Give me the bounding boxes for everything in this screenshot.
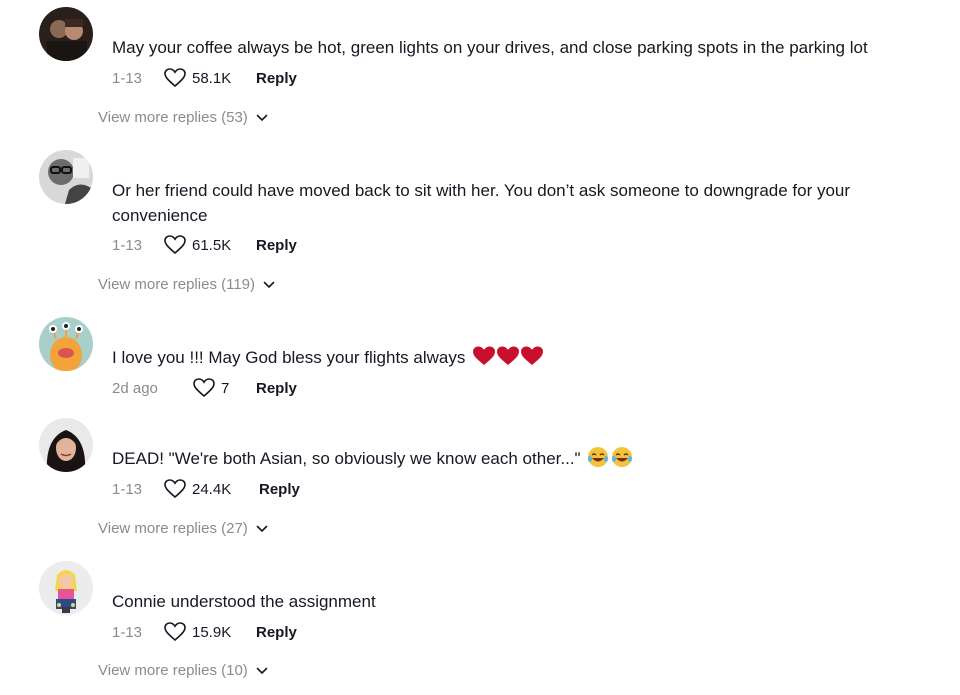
reply-button[interactable]: Reply (256, 380, 297, 397)
chevron-down-icon (256, 667, 268, 674)
comment-meta: 2d ago 7 Reply (112, 377, 297, 399)
like-button[interactable]: 7 (193, 378, 229, 398)
chevron-down-icon (256, 525, 268, 532)
reply-button[interactable]: Reply (256, 70, 297, 87)
like-button[interactable]: 58.1K (164, 68, 231, 88)
reply-button[interactable]: Reply (259, 481, 300, 498)
like-button[interactable]: 24.4K (164, 479, 231, 499)
reply-button[interactable]: Reply (256, 624, 297, 641)
cartoon-monster-avatar[interactable] (39, 317, 93, 371)
chevron-down-icon (263, 281, 275, 288)
view-more-replies-label: View more replies (53) (98, 109, 248, 126)
heart-outline-icon (193, 378, 215, 398)
comment-text: Or her friend could have moved back to s… (112, 181, 851, 225)
couple-photo-avatar[interactable] (39, 7, 93, 61)
comment-text: DEAD! "We're both Asian, so obviously we… (112, 446, 932, 475)
view-more-replies-label: View more replies (27) (98, 520, 248, 537)
comment-meta: 1-13 61.5K Reply (112, 234, 297, 256)
comment-text-body: DEAD! "We're both Asian, so obviously we… (112, 449, 581, 468)
view-more-replies-label: View more replies (119) (98, 276, 256, 293)
comment-text: Connie understood the assignment (112, 592, 376, 611)
view-more-replies-button[interactable]: View more replies (27) (98, 520, 268, 537)
like-count: 15.9K (192, 623, 232, 641)
comment-meta: 1-13 24.4K Reply (112, 478, 300, 500)
view-more-replies-button[interactable]: View more replies (10) (98, 662, 268, 679)
comment-text-body: I love you !!! May God bless your flight… (112, 348, 466, 367)
comment-text: May your coffee always be hot, green lig… (112, 38, 868, 57)
heart-outline-icon (164, 235, 186, 255)
view-more-replies-button[interactable]: View more replies (119) (98, 276, 275, 293)
comment-meta: 1-13 15.9K Reply (112, 621, 297, 643)
like-count: 58.1K (192, 69, 232, 87)
comment-meta: 1-13 58.1K Reply (112, 67, 297, 89)
heart-outline-icon (164, 479, 186, 499)
like-count: 24.4K (192, 480, 232, 498)
heart-emoji-icon (472, 345, 544, 374)
view-more-replies-label: View more replies (10) (98, 662, 248, 679)
view-more-replies-button[interactable]: View more replies (53) (98, 109, 268, 126)
like-count: 61.5K (192, 236, 232, 254)
glasses-man-avatar[interactable] (39, 150, 93, 204)
heart-outline-icon (164, 622, 186, 642)
reply-button[interactable]: Reply (256, 237, 297, 254)
comment-date: 1-13 (112, 480, 143, 498)
woman-dark-hair-avatar[interactable] (39, 418, 93, 472)
tears-of-joy-emoji-icon (587, 446, 635, 475)
cartoon-girl-avatar[interactable] (39, 561, 93, 615)
like-count: 7 (221, 379, 230, 397)
comment-date: 1-13 (112, 236, 143, 254)
comment-date: 1-13 (112, 69, 143, 87)
chevron-down-icon (256, 114, 268, 121)
like-button[interactable]: 15.9K (164, 622, 231, 642)
comment-date: 2d ago (112, 379, 158, 397)
heart-outline-icon (164, 68, 186, 88)
comment-text: I love you !!! May God bless your flight… (112, 345, 932, 374)
comment-date: 1-13 (112, 623, 143, 641)
like-button[interactable]: 61.5K (164, 235, 231, 255)
